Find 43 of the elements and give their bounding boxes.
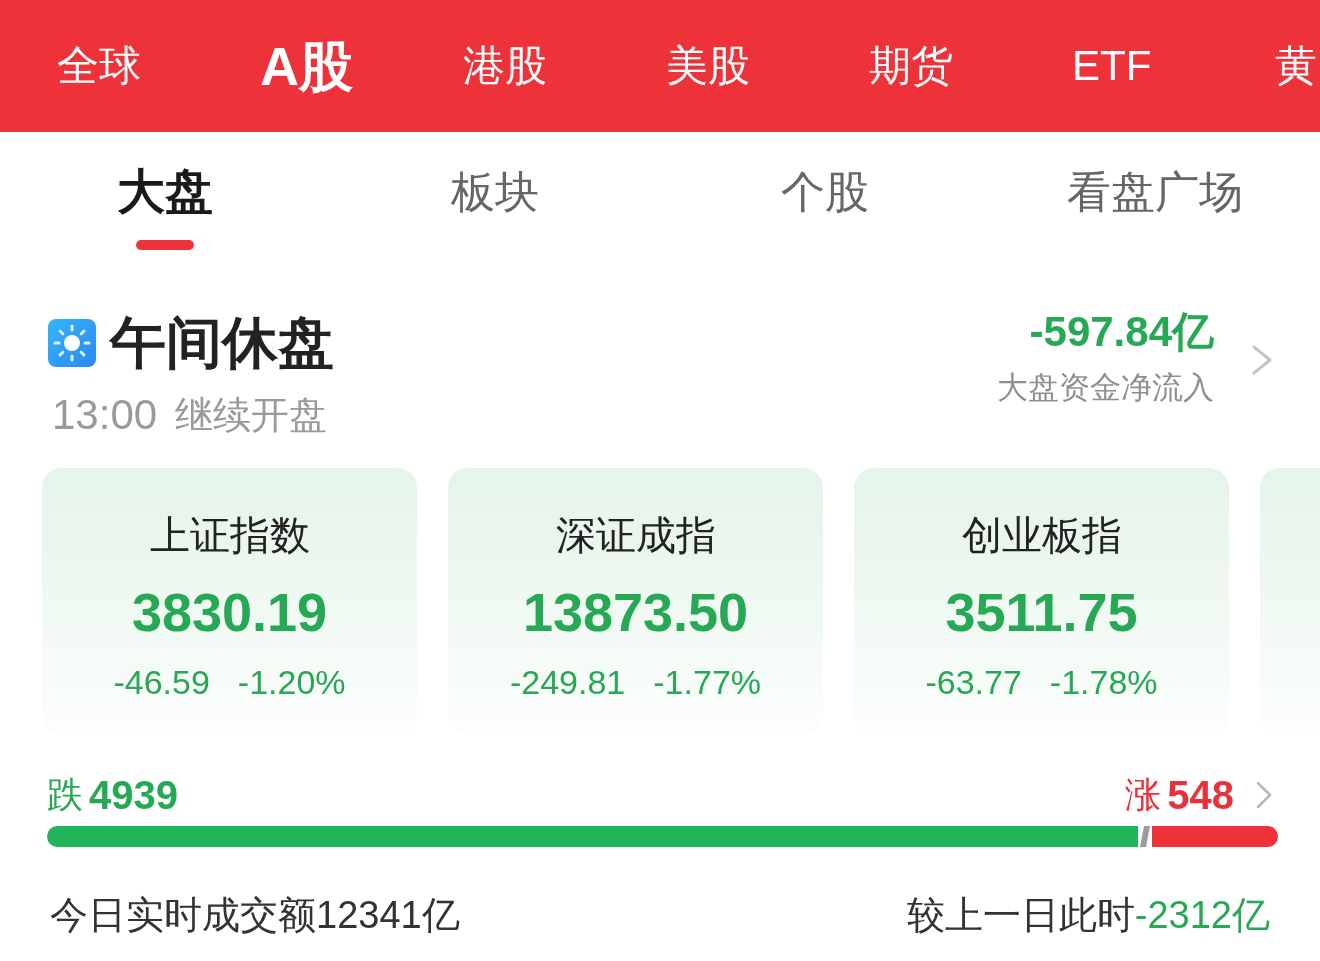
market-tab[interactable]: 美股 xyxy=(666,36,812,96)
index-card[interactable]: 上证指数 3830.19 -46.59 -1.20% xyxy=(42,468,417,735)
falling-label: 跌 xyxy=(47,773,83,817)
turnover-text: 今日实时成交额12341亿 xyxy=(50,893,460,938)
fund-flow-value: -597.84亿 xyxy=(1029,310,1214,354)
falling-count: 4939 xyxy=(89,772,178,819)
index-name: 深证成指 xyxy=(555,512,716,559)
index-change-percent: -1.77% xyxy=(653,662,762,702)
market-tab[interactable]: ETF xyxy=(1072,36,1218,96)
index-value: 13873.50 xyxy=(522,581,749,644)
index-change: -249.81 xyxy=(509,662,626,702)
selected-underline xyxy=(136,240,194,250)
market-tab[interactable]: 黄 xyxy=(1275,36,1317,96)
market-tab[interactable]: 全球 xyxy=(57,36,203,96)
index-name: 创业板指 xyxy=(961,512,1122,559)
index-change: -63.77 xyxy=(925,662,1022,702)
index-change-percent: -1.78% xyxy=(1049,662,1158,702)
index-card[interactable] xyxy=(1260,468,1320,735)
index-change-percent: -1.20% xyxy=(237,662,346,702)
index-value: 3511.75 xyxy=(945,581,1138,644)
chevron-right-icon[interactable] xyxy=(1252,345,1272,375)
chevron-right-icon[interactable] xyxy=(1256,781,1272,809)
compare-value: -2312亿 xyxy=(1134,893,1270,938)
sub-tab[interactable]: 板块 xyxy=(330,132,660,252)
sub-tab[interactable]: 个股 xyxy=(660,132,990,252)
index-card[interactable]: 深证成指 13873.50 -249.81 -1.77% xyxy=(448,468,823,735)
index-name: 上证指数 xyxy=(149,512,310,559)
rising-label: 涨 xyxy=(1125,773,1162,817)
market-tab[interactable]: A股 xyxy=(260,36,406,96)
sub-tab[interactable]: 大盘 xyxy=(0,132,330,252)
sub-tab[interactable]: 看盘广场 xyxy=(990,132,1320,252)
index-card[interactable]: 创业板指 3511.75 -63.77 -1.78% xyxy=(854,468,1229,735)
market-tab[interactable]: 港股 xyxy=(463,36,609,96)
sun-icon xyxy=(48,319,96,367)
index-change: -46.59 xyxy=(113,662,210,702)
resume-label: 继续开盘 xyxy=(175,393,328,438)
resume-time: 13:00 xyxy=(52,390,158,440)
fund-flow-label: 大盘资金净流入 xyxy=(997,369,1214,407)
session-title: 午间休盘 xyxy=(110,310,334,376)
rising-count: 548 xyxy=(1167,772,1234,819)
index-value: 3830.19 xyxy=(131,581,328,644)
market-tab[interactable]: 期货 xyxy=(869,36,1015,96)
compare-label: 较上一日此时 xyxy=(906,893,1135,938)
